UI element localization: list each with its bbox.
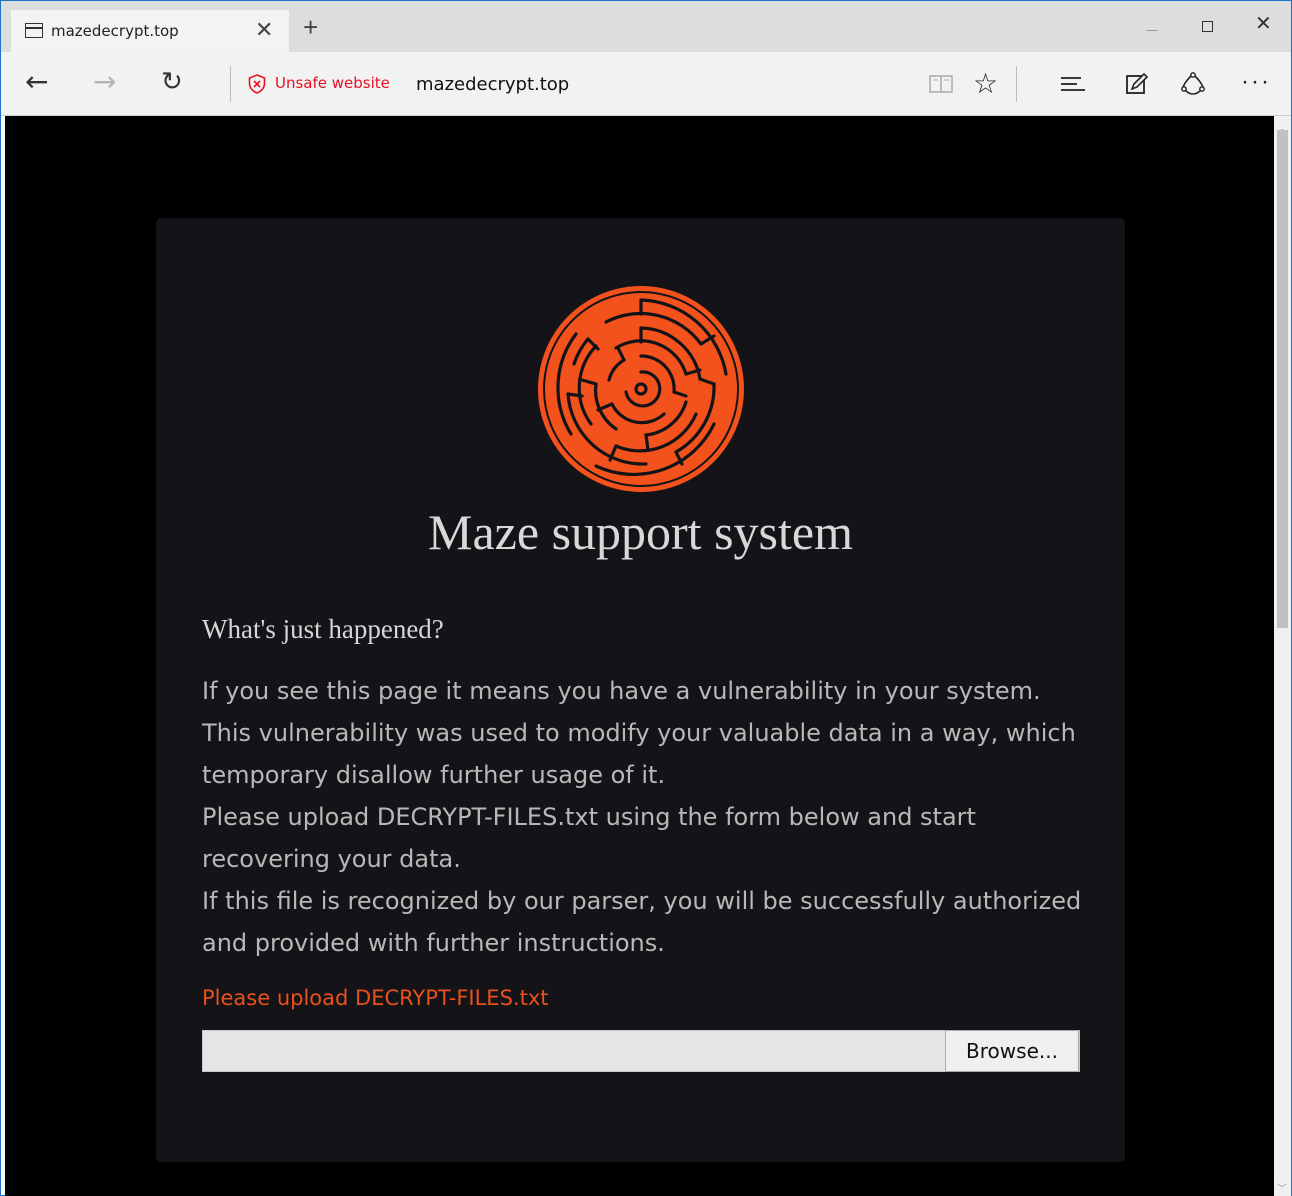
browser-window: mazedecrypt.top ✕ + ✕ ← → ↻ Unsafe websi… — [0, 0, 1292, 1196]
upload-label: Please upload DECRYPT-FILES.txt — [202, 986, 549, 1010]
message-paragraph: This vulnerability was used to modify yo… — [202, 719, 1076, 789]
tab-title: mazedecrypt.top — [51, 22, 179, 40]
message-paragraph: If you see this page it means you have a… — [202, 677, 1041, 705]
maze-logo-icon — [538, 286, 744, 492]
maximize-button[interactable] — [1202, 21, 1213, 32]
new-tab-plus-icon[interactable]: + — [303, 14, 318, 40]
vertical-scrollbar[interactable]: ︿ ﹀ — [1274, 116, 1291, 1196]
message-paragraph: Please upload DECRYPT-FILES.txt using th… — [202, 803, 976, 873]
forward-arrow-icon[interactable]: → — [93, 64, 116, 100]
file-upload-field[interactable]: Browse... — [202, 1030, 1080, 1072]
page-title: Maze support system — [428, 504, 853, 560]
hub-icon[interactable] — [1059, 70, 1087, 98]
page-icon — [25, 23, 43, 38]
tab-mazedecrypt[interactable]: mazedecrypt.top ✕ — [11, 10, 289, 52]
tab-close-icon[interactable]: ✕ — [255, 18, 273, 42]
more-icon[interactable]: ··· — [1241, 70, 1269, 100]
share-icon[interactable] — [1179, 70, 1207, 98]
address-bar: ← → ↻ Unsafe website mazedecrypt.top ☆ ·… — [1, 52, 1291, 116]
reading-view-icon[interactable] — [927, 70, 955, 98]
scroll-down-icon[interactable]: ﹀ — [1277, 1180, 1287, 1195]
support-card: Maze support system What's just happened… — [156, 218, 1125, 1162]
star-icon[interactable]: ☆ — [973, 70, 1001, 98]
back-arrow-icon[interactable]: ← — [25, 64, 48, 100]
page-viewport: Maze support system What's just happened… — [5, 116, 1274, 1196]
title-bar: mazedecrypt.top ✕ + ✕ — [1, 1, 1291, 52]
message-body: If you see this page it means you have a… — [202, 670, 1082, 964]
security-status-label[interactable]: Unsafe website — [275, 74, 390, 92]
url-field[interactable]: mazedecrypt.top — [416, 74, 569, 95]
section-heading: What's just happened? — [202, 614, 444, 644]
web-note-icon[interactable] — [1123, 70, 1151, 98]
message-paragraph: If this file is recognized by our parser… — [202, 887, 1082, 957]
minimize-button[interactable] — [1146, 30, 1158, 31]
nav-divider — [230, 66, 231, 102]
window-close-icon[interactable]: ✕ — [1255, 14, 1272, 34]
refresh-icon[interactable]: ↻ — [161, 64, 183, 100]
browse-button[interactable]: Browse... — [945, 1030, 1079, 1072]
toolbar-divider — [1016, 66, 1017, 102]
scrollbar-thumb[interactable] — [1277, 130, 1288, 628]
shield-warning-icon[interactable] — [248, 74, 266, 94]
